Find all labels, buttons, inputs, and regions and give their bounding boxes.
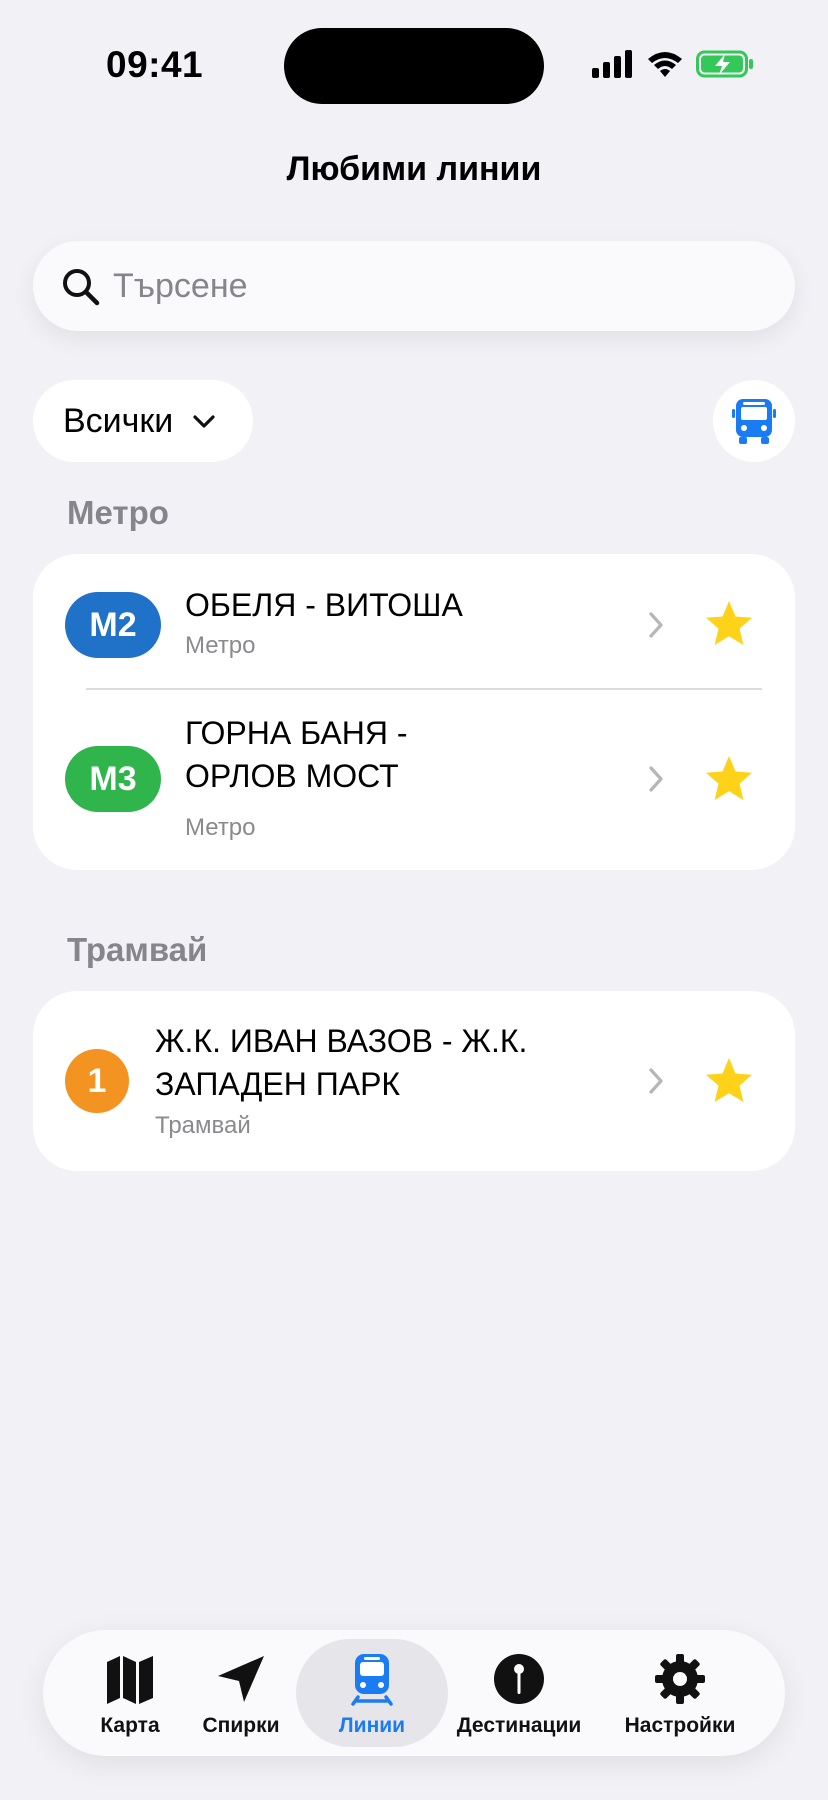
tram-icon xyxy=(351,1654,393,1706)
pin-icon xyxy=(494,1654,544,1704)
line-title-line1: ГОРНА БАНЯ - xyxy=(185,715,408,751)
status-icons xyxy=(592,50,754,78)
tab-bar: Карта Спирки Линии Дестинации Настройки xyxy=(43,1630,785,1756)
favorite-star-icon[interactable] xyxy=(703,1055,755,1107)
search-input[interactable] xyxy=(113,241,753,331)
status-bar: 09:41 xyxy=(0,0,828,120)
tab-label: Спирки xyxy=(202,1714,280,1737)
favorite-star-icon[interactable] xyxy=(703,598,755,650)
line-badge: M2 xyxy=(65,592,161,658)
page-title: Любими линии xyxy=(286,150,542,188)
line-title-line2: ОРЛОВ МОСТ xyxy=(185,758,399,794)
section-title-metro: Метро xyxy=(67,494,169,531)
favorite-star-icon[interactable] xyxy=(703,753,755,805)
filter-dropdown[interactable]: Всички xyxy=(33,380,253,462)
bus-icon xyxy=(732,399,776,444)
location-arrow-icon xyxy=(218,1656,264,1702)
gear-icon xyxy=(655,1654,705,1704)
chevron-right-icon xyxy=(649,1068,663,1094)
battery-charging-icon xyxy=(696,50,753,78)
tab-label: Карта xyxy=(100,1714,160,1737)
line-title: ОБЕЛЯ - ВИТОША xyxy=(185,587,463,623)
search-icon xyxy=(63,269,100,306)
filter-label: Всички xyxy=(63,401,174,440)
tab-lines[interactable]: Линии xyxy=(322,1630,422,1756)
map-icon xyxy=(107,1656,153,1704)
line-row-tram-1[interactable]: 1 Ж.К. ИВАН ВАЗОВ - Ж.К. ЗАПАДЕН ПАРК Тр… xyxy=(33,991,795,1171)
cellular-signal-icon xyxy=(592,50,632,78)
metro-lines-card: M2 ОБЕЛЯ - ВИТОША Метро M3 ГОРНА БАНЯ - … xyxy=(33,554,795,870)
dynamic-island xyxy=(284,28,544,104)
chevron-right-icon xyxy=(649,612,663,638)
chevron-right-icon xyxy=(649,766,663,792)
vehicle-type-button[interactable] xyxy=(713,380,795,462)
line-badge: M3 xyxy=(65,746,161,812)
tab-map[interactable]: Карта xyxy=(75,1630,185,1756)
tab-settings[interactable]: Настройки xyxy=(617,1630,743,1756)
tab-destinations[interactable]: Дестинации xyxy=(451,1630,587,1756)
line-subtitle: Метро xyxy=(185,632,256,659)
line-title-line1: Ж.К. ИВАН ВАЗОВ - Ж.К. xyxy=(155,1023,528,1059)
tram-lines-card: 1 Ж.К. ИВАН ВАЗОВ - Ж.К. ЗАПАДЕН ПАРК Тр… xyxy=(33,991,795,1171)
search-bar[interactable] xyxy=(33,241,795,331)
tab-label: Линии xyxy=(338,1714,406,1737)
wifi-icon xyxy=(648,52,682,77)
tab-stops[interactable]: Спирки xyxy=(195,1630,287,1756)
status-time: 09:41 xyxy=(106,44,204,85)
line-title-line2: ЗАПАДЕН ПАРК xyxy=(155,1066,401,1102)
line-row-m2[interactable]: M2 ОБЕЛЯ - ВИТОША Метро xyxy=(33,554,795,688)
line-badge: 1 xyxy=(65,1049,129,1113)
line-subtitle: Метро xyxy=(185,814,256,841)
chevron-down-icon xyxy=(193,415,215,428)
tab-label: Настройки xyxy=(624,1714,736,1737)
line-row-m3[interactable]: M3 ГОРНА БАНЯ - ОРЛОВ МОСТ Метро xyxy=(33,690,795,870)
line-subtitle: Трамвай xyxy=(155,1112,251,1139)
section-title-tram: Трамвай xyxy=(67,931,208,968)
tab-label: Дестинации xyxy=(456,1714,582,1737)
